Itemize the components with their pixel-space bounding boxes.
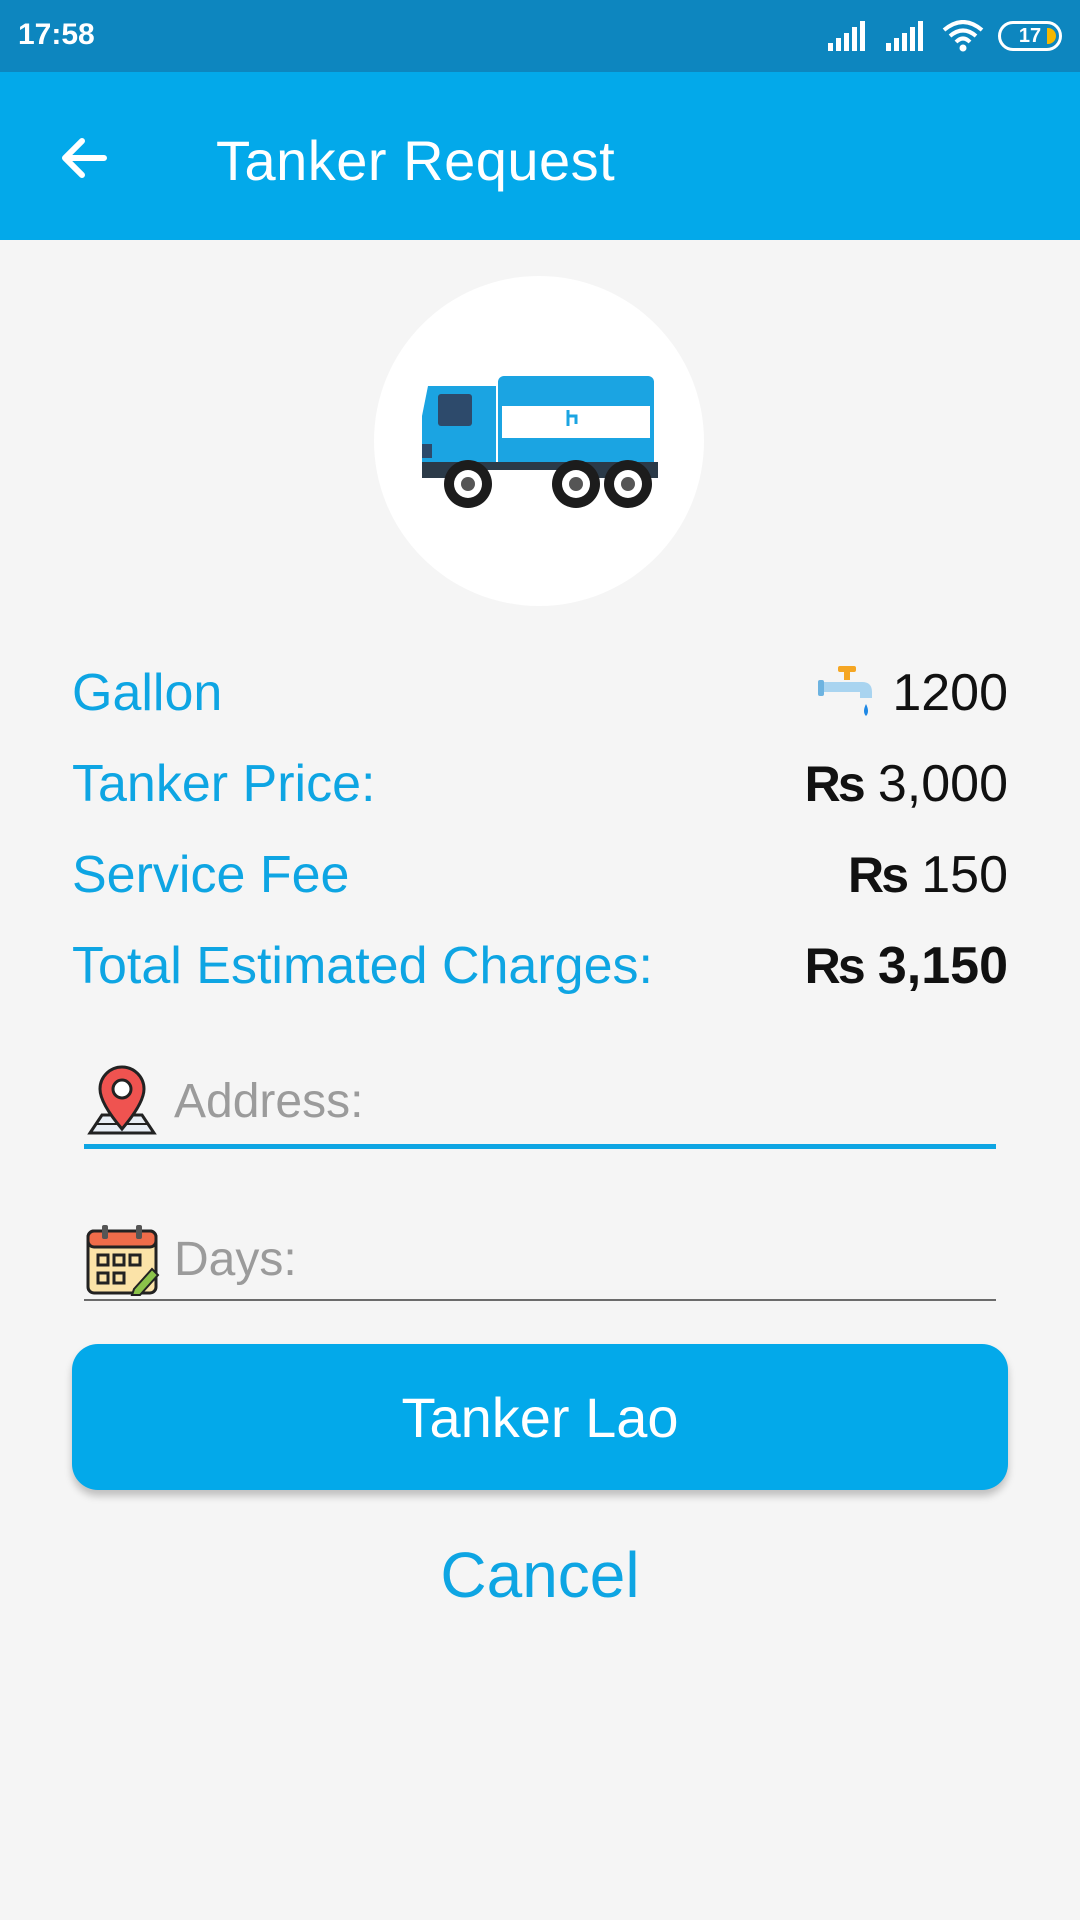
- total-charges-value-group: ₨ 3,150: [805, 936, 1008, 996]
- tanker-price-value: 3,000: [877, 755, 1008, 813]
- app-bar: Tanker Request: [0, 72, 1080, 240]
- status-icons: 17: [826, 16, 1062, 56]
- cancel-button[interactable]: Cancel: [0, 1538, 1080, 1612]
- tanker-price-row: Tanker Price: ₨ 3,000: [72, 749, 1008, 819]
- rupee-symbol: ₨: [804, 756, 866, 812]
- gallon-value-group: 1200: [816, 662, 1008, 724]
- calendar-icon: [86, 1225, 160, 1296]
- signal-icon: [828, 21, 865, 51]
- arrow-left-icon[interactable]: [52, 126, 116, 190]
- total-charges-value: 3,150: [877, 937, 1008, 995]
- page-title: Tanker Request: [216, 129, 616, 192]
- service-fee-label: Service Fee: [72, 846, 350, 904]
- address-input[interactable]: [174, 1066, 996, 1136]
- gallon-value: 1200: [892, 664, 1008, 722]
- total-charges-label: Total Estimated Charges:: [72, 937, 653, 995]
- service-fee-row: Service Fee ₨ 150: [72, 840, 1008, 910]
- service-fee-value-group: ₨ 150: [848, 845, 1008, 905]
- service-fee-value: 150: [921, 846, 1008, 904]
- status-time: 17:58: [18, 18, 95, 51]
- wifi-icon: [942, 20, 984, 52]
- water-tanker-icon: [422, 376, 658, 508]
- gallon-row: Gallon 1200: [72, 658, 1008, 728]
- rupee-symbol: ₨: [804, 938, 866, 994]
- total-charges-row: Total Estimated Charges: ₨ 3,150: [72, 931, 1008, 1001]
- map-pin-icon: [87, 1065, 157, 1135]
- days-field[interactable]: [84, 1216, 996, 1302]
- tanker-price-label: Tanker Price:: [72, 755, 376, 813]
- gallon-label: Gallon: [72, 664, 223, 722]
- battery-level: 17: [1018, 24, 1042, 47]
- water-tap-icon: [818, 666, 873, 716]
- rupee-symbol: ₨: [847, 847, 909, 903]
- address-underline: [84, 1144, 996, 1149]
- signal-icon: [886, 21, 923, 51]
- days-underline: [84, 1299, 996, 1301]
- address-field[interactable]: [84, 1058, 996, 1144]
- days-input[interactable]: [174, 1224, 996, 1294]
- tanker-price-value-group: ₨ 3,000: [805, 754, 1008, 814]
- battery-icon: 17: [998, 21, 1062, 51]
- status-bar: 17:58 17: [0, 0, 1080, 72]
- tanker-lao-button[interactable]: Tanker Lao: [72, 1344, 1008, 1490]
